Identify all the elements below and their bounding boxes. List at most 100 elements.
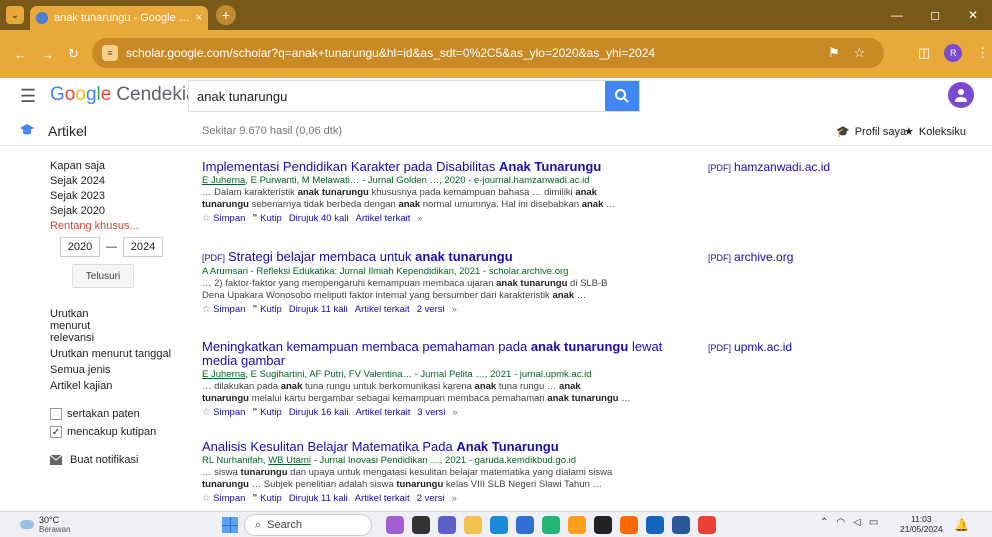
create-alert-link[interactable]: Buat notifikasi	[50, 454, 138, 466]
teams-icon[interactable]	[438, 516, 456, 534]
filter-since-2023[interactable]: Sejak 2023	[50, 190, 139, 202]
result-title-link[interactable]: [PDF] Strategi belajar membaca untuk anak…	[202, 250, 682, 265]
app-icon[interactable]	[646, 516, 664, 534]
weather-widget[interactable]: 30°C Berawan	[20, 515, 71, 534]
filter-review-articles[interactable]: Artikel kajian	[50, 380, 112, 392]
related-articles-link[interactable]: Artikel terkait	[355, 407, 410, 418]
bookmark-star-icon[interactable]: ☆	[854, 45, 866, 61]
cite-link[interactable]: ❞ Kutip	[252, 304, 281, 315]
window-controls: — ◻ ✕	[878, 0, 992, 30]
windows-taskbar: 30°C Berawan ⌕ Search ⌃ ◠ ◁ ▭ 11:03 21/05…	[0, 511, 992, 537]
search-input[interactable]	[189, 81, 605, 111]
include-citations-label: mencakup kutipan	[67, 426, 157, 438]
year-from-input[interactable]: 2020	[60, 237, 100, 257]
new-tab-button[interactable]: +	[216, 5, 236, 25]
word-icon[interactable]	[672, 516, 690, 534]
save-link[interactable]: ☆ Simpan	[202, 493, 245, 504]
tab-search-icon[interactable]: ⌄	[6, 6, 24, 24]
battery-icon[interactable]: ▭	[869, 517, 878, 528]
more-icon[interactable]: »	[417, 213, 422, 224]
include-patents-checkbox[interactable]: sertakan paten	[50, 408, 156, 420]
profile-avatar[interactable]: R	[944, 44, 963, 62]
forward-icon[interactable]: →	[41, 47, 54, 62]
app-icon[interactable]	[594, 516, 612, 534]
cited-by-link[interactable]: Dirujuk 40 kali	[289, 213, 349, 224]
my-profile-link[interactable]: 🎓 Profil saya	[836, 125, 906, 139]
volume-icon[interactable]: ◁	[853, 517, 861, 528]
filter-all-types[interactable]: Semua jenis	[50, 364, 112, 376]
maximize-button[interactable]: ◻	[916, 0, 954, 30]
back-icon[interactable]: ←	[14, 47, 27, 62]
search-button[interactable]	[605, 81, 639, 111]
result-title-link[interactable]: Analisis Kesulitan Belajar Matematika Pa…	[202, 440, 682, 454]
clock[interactable]: 11:03 21/05/2024	[900, 514, 943, 534]
edge-icon[interactable]	[490, 516, 508, 534]
windows-start-icon[interactable]	[222, 517, 238, 533]
firefox-icon[interactable]	[620, 516, 638, 534]
taskbar-search[interactable]: ⌕ Search	[244, 514, 372, 536]
graduation-cap-icon	[20, 124, 34, 135]
scholar-logo[interactable]: Google Cendekia	[50, 84, 197, 106]
sort-date[interactable]: Urutkan menurut tanggal	[50, 348, 171, 360]
task-view-icon[interactable]	[412, 516, 430, 534]
extensions-icon[interactable]: ◫	[918, 45, 930, 61]
search-icon	[615, 89, 629, 103]
include-citations-checkbox[interactable]: ✓ mencakup kutipan	[50, 426, 156, 438]
result-title-link[interactable]: Meningkatkan kemampuan membaca pemahaman…	[202, 340, 682, 368]
save-link[interactable]: ☆ Simpan	[202, 213, 245, 224]
versions-link[interactable]: 3 versi	[417, 407, 445, 418]
file-explorer-icon[interactable]	[464, 516, 482, 534]
chrome-icon[interactable]	[698, 516, 716, 534]
copilot-icon[interactable]	[386, 516, 404, 534]
more-icon[interactable]: »	[452, 407, 457, 418]
save-link[interactable]: ☆ Simpan	[202, 407, 245, 418]
section-title[interactable]: Artikel	[48, 123, 87, 139]
tab-close-icon[interactable]: ×	[196, 12, 202, 24]
more-icon[interactable]: »	[452, 304, 457, 315]
filter-any-time[interactable]: Kapan saja	[50, 160, 139, 172]
result-authors: RL Nurhanifah, WB Utami - Jurnal Inovasi…	[202, 455, 577, 466]
wifi-icon[interactable]: ◠	[836, 517, 845, 528]
year-to-input[interactable]: 2024	[123, 237, 163, 257]
minimize-button[interactable]: —	[878, 0, 916, 30]
result-title-link[interactable]: Implementasi Pendidikan Karakter pada Di…	[202, 160, 682, 174]
browser-menu-icon[interactable]: ⋮	[976, 45, 989, 61]
reload-icon[interactable]: ↻	[68, 46, 79, 62]
site-info-icon[interactable]: ≡	[102, 45, 118, 61]
pdf-link[interactable]: [PDF] archive.org	[708, 250, 793, 264]
apply-range-button[interactable]: Telusuri	[72, 264, 134, 288]
translate-icon[interactable]: ⚑	[828, 45, 840, 61]
store-icon[interactable]	[516, 516, 534, 534]
browser-tab[interactable]: anak tunarungu - Google Scho ×	[30, 6, 208, 30]
app-icon[interactable]	[568, 516, 586, 534]
more-icon[interactable]: »	[452, 493, 457, 504]
url-text[interactable]: scholar.google.com/scholar?q=anak+tunaru…	[126, 46, 655, 60]
cited-by-link[interactable]: Dirujuk 11 kali	[289, 493, 348, 504]
related-articles-link[interactable]: Artikel terkait	[355, 493, 410, 504]
cite-link[interactable]: ❞ Kutip	[252, 493, 281, 504]
tray-chevron-icon[interactable]: ⌃	[820, 517, 828, 528]
account-avatar[interactable]	[948, 82, 974, 108]
hamburger-menu-icon[interactable]: ☰	[20, 86, 36, 107]
related-articles-link[interactable]: Artikel terkait	[355, 213, 410, 224]
filter-custom-range[interactable]: Rentang khusus...	[50, 220, 139, 232]
versions-link[interactable]: 2 versi	[417, 304, 445, 315]
my-library-link[interactable]: ★ Koleksiku	[904, 125, 966, 139]
filter-since-2020[interactable]: Sejak 2020	[50, 205, 139, 217]
cite-link[interactable]: ❞ Kutip	[252, 407, 281, 418]
app-icon[interactable]	[542, 516, 560, 534]
pdf-link[interactable]: [PDF] hamzanwadi.ac.id	[708, 160, 830, 174]
cited-by-link[interactable]: Dirujuk 16 kali	[289, 407, 349, 418]
save-link[interactable]: ☆ Simpan	[202, 304, 245, 315]
cite-link[interactable]: ❞ Kutip	[252, 213, 281, 224]
cited-by-link[interactable]: Dirujuk 11 kali	[289, 304, 348, 315]
sort-relevance[interactable]: Urutkan menurut relevansi	[50, 308, 130, 344]
pdf-link[interactable]: [PDF] upmk.ac.id	[708, 340, 792, 354]
related-articles-link[interactable]: Artikel terkait	[355, 304, 410, 315]
close-window-button[interactable]: ✕	[954, 0, 992, 30]
url-bar[interactable]: ≡ scholar.google.com/scholar?q=anak+tuna…	[92, 38, 884, 68]
filter-since-2024[interactable]: Sejak 2024	[50, 175, 139, 187]
time-filter-list: Kapan saja Sejak 2024 Sejak 2023 Sejak 2…	[50, 160, 139, 235]
versions-link[interactable]: 2 versi	[417, 493, 445, 504]
notification-bell-icon[interactable]: 🔔	[954, 518, 969, 532]
